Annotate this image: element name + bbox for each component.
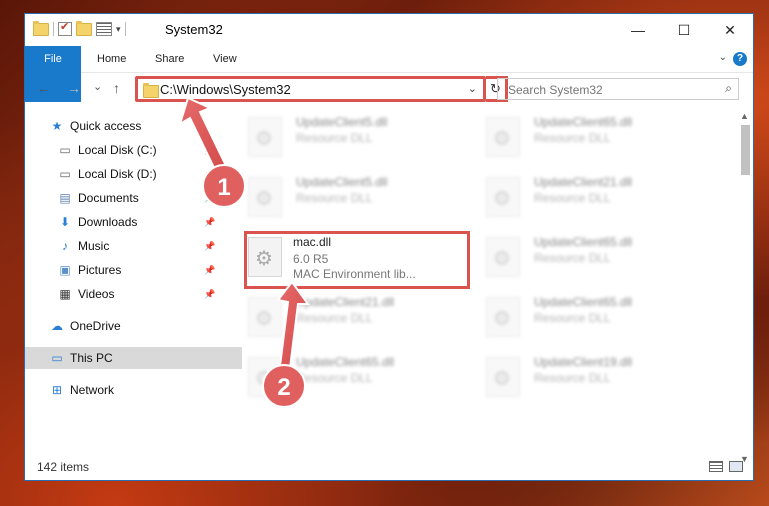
step-2-badge: 2 <box>262 364 306 408</box>
arrow-2 <box>276 280 310 370</box>
annotation-arrows <box>178 96 310 370</box>
step-1-badge: 1 <box>202 164 246 208</box>
